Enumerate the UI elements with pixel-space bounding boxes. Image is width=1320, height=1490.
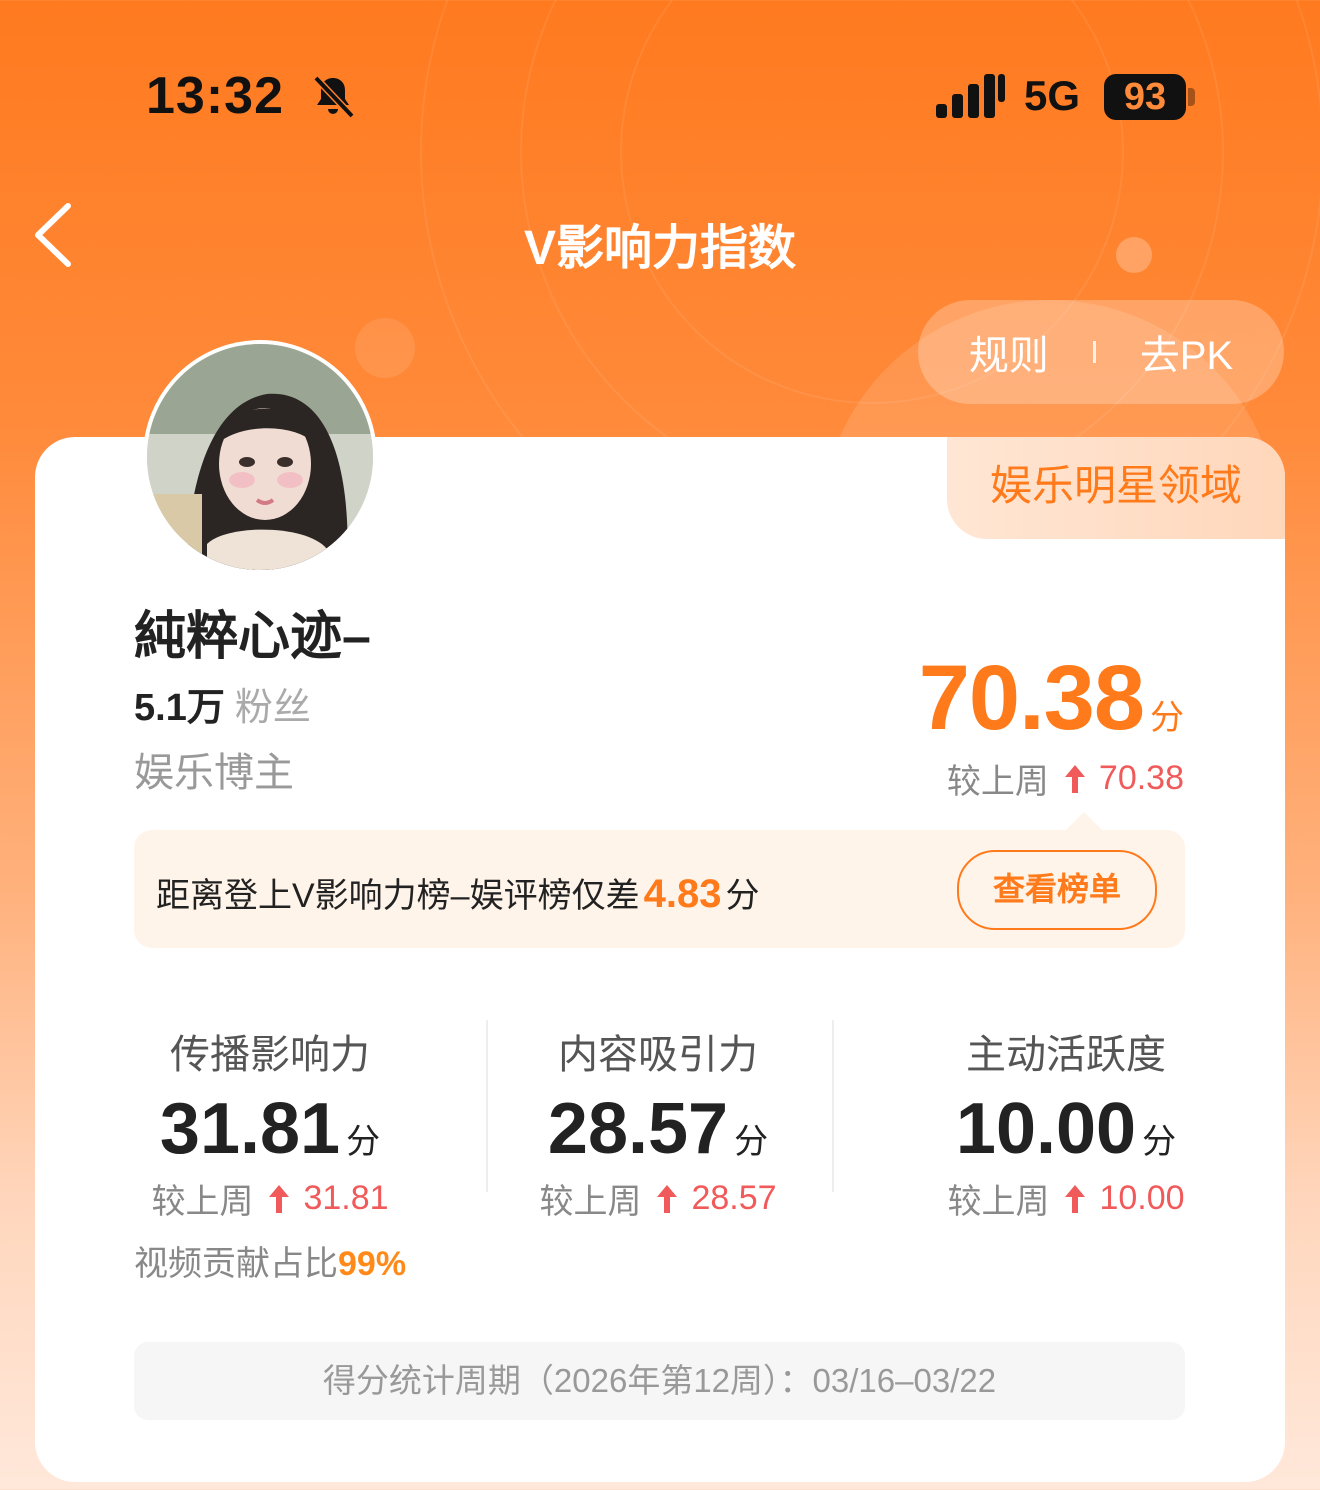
metric-delta-label: 较上周 bbox=[151, 1183, 254, 1221]
domain-tag[interactable]: 娱乐明星领域 bbox=[947, 437, 1285, 539]
metric-delta-label: 较上周 bbox=[539, 1183, 642, 1221]
metric-delta: 较上周 28.57 bbox=[520, 1174, 796, 1223]
contribution-value: 99% bbox=[338, 1245, 407, 1283]
fans-count: 5.1万 bbox=[134, 687, 225, 729]
user-role: 娱乐博主 bbox=[134, 751, 294, 795]
fans-line: 5.1万 粉丝 bbox=[134, 676, 311, 731]
metric-delta-label: 较上周 bbox=[947, 1183, 1050, 1221]
total-score-value: 70.38 bbox=[918, 647, 1145, 749]
status-time: 13:32 bbox=[146, 67, 284, 125]
notice-caret bbox=[1066, 812, 1102, 830]
delta-value: 70.38 bbox=[1098, 759, 1184, 797]
metric-delta-value: 31.81 bbox=[303, 1179, 389, 1217]
metric-label: 内容吸引力 bbox=[558, 1033, 758, 1077]
signal-icon bbox=[936, 74, 1005, 118]
metric-number: 31.81 bbox=[159, 1089, 341, 1169]
metric-delta-value: 28.57 bbox=[691, 1179, 777, 1217]
rules-button[interactable]: 规则 bbox=[969, 323, 1049, 381]
metric-activity[interactable]: 主动活跃度 10.00 分 较上周 10.00 bbox=[930, 1022, 1202, 1223]
metric-divider bbox=[832, 1020, 834, 1192]
video-contribution: 视频贡献占比99% bbox=[134, 1236, 406, 1285]
notice-unit: 分 bbox=[725, 877, 760, 915]
rank-notice: 距离登上V影响力榜–娱评榜仅差 4.83 分 查看榜单 bbox=[134, 830, 1185, 948]
score-period: 得分统计周期（2026年第12周）：03/16–03/22 bbox=[134, 1342, 1185, 1420]
metric-delta: 较上周 10.00 bbox=[930, 1174, 1202, 1223]
metric-value: 31.81 分 bbox=[134, 1088, 406, 1170]
arrow-up-icon bbox=[269, 1184, 290, 1213]
total-score: 70.38 分 bbox=[919, 646, 1184, 751]
notice-text: 距离登上V影响力榜–娱评榜仅差 4.83 分 bbox=[156, 868, 759, 917]
network-type: 5G bbox=[1024, 72, 1081, 119]
avatar[interactable] bbox=[143, 340, 377, 574]
metric-number: 28.57 bbox=[547, 1089, 729, 1169]
total-score-delta: 较上周 70.38 bbox=[947, 754, 1184, 803]
arrow-up-icon bbox=[1064, 764, 1085, 793]
metric-unit: 分 bbox=[734, 1123, 769, 1161]
metric-label: 主动活跃度 bbox=[966, 1033, 1166, 1077]
metric-spread[interactable]: 传播影响力 31.81 分 较上周 31.81 bbox=[134, 1022, 406, 1223]
pill-divider bbox=[1092, 341, 1096, 363]
notice-gap-value: 4.83 bbox=[643, 872, 722, 916]
metric-number: 10.00 bbox=[955, 1089, 1137, 1169]
delta-label: 较上周 bbox=[946, 763, 1049, 801]
header-actions: 规则 去PK bbox=[918, 300, 1284, 404]
metric-value: 10.00 分 bbox=[930, 1088, 1202, 1170]
view-ranking-button[interactable]: 查看榜单 bbox=[957, 850, 1157, 930]
battery-tip bbox=[1188, 88, 1195, 106]
arrow-up-icon bbox=[1065, 1184, 1086, 1213]
metric-label: 传播影响力 bbox=[170, 1033, 370, 1077]
metric-delta: 较上周 31.81 bbox=[134, 1174, 406, 1223]
metric-delta-value: 10.00 bbox=[1099, 1179, 1185, 1217]
contribution-label: 视频贡献占比 bbox=[134, 1245, 338, 1283]
notice-message: 距离登上V影响力榜–娱评榜仅差 bbox=[156, 877, 640, 915]
user-name: 純粹心迹– bbox=[134, 608, 371, 666]
page-title: V影响力指数 bbox=[523, 222, 797, 275]
metric-attraction[interactable]: 内容吸引力 28.57 分 较上周 28.57 bbox=[520, 1022, 796, 1223]
battery-icon: 93 bbox=[1104, 74, 1186, 120]
arrow-up-icon bbox=[657, 1184, 678, 1213]
bell-muted-icon bbox=[313, 75, 355, 119]
metric-unit: 分 bbox=[1142, 1123, 1177, 1161]
fans-label: 粉丝 bbox=[234, 687, 311, 729]
avatar-image bbox=[147, 344, 373, 570]
pk-button[interactable]: 去PK bbox=[1140, 323, 1233, 381]
metric-value: 28.57 分 bbox=[520, 1088, 796, 1170]
metric-unit: 分 bbox=[346, 1123, 381, 1161]
metric-divider bbox=[486, 1020, 488, 1192]
total-score-unit: 分 bbox=[1150, 699, 1184, 737]
